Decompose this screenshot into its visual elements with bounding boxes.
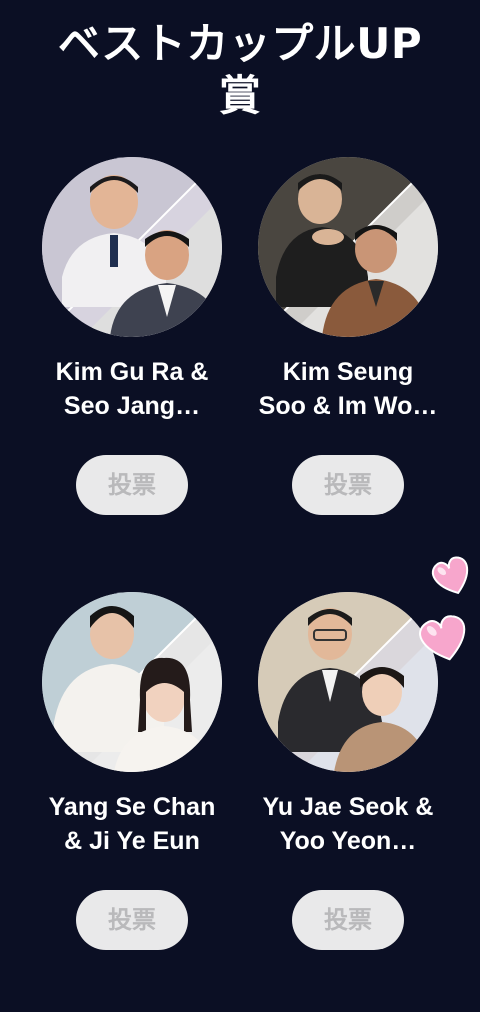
vote-button-1[interactable]: 投票 [76,455,188,515]
couple-name-4: Yu Jae Seok & Yoo Yeon… [262,793,434,855]
couple-photo-2 [258,157,438,337]
page-title: ベストカップルUP 賞 [57,19,423,120]
vote-button-2[interactable]: 投票 [292,455,404,515]
vote-button-3[interactable]: 投票 [76,890,188,950]
couple-photo-3 [42,592,222,772]
couple-card-2: Kim Seung Soo & Im Wo… 投票 [248,157,448,577]
couple-photo-4 [258,592,438,772]
couple-name-1: Kim Gu Ra & Seo Jang… [55,358,209,420]
couple-card-3: Yang Se Chan & Ji Ye Eun 投票 [32,592,232,1012]
couple-name-2: Kim Seung Soo & Im Wo… [258,358,438,420]
couple-card-1: Kim Gu Ra & Seo Jang… 投票 [32,157,232,577]
couple-photo-1 [42,157,222,337]
vote-button-4[interactable]: 投票 [292,890,404,950]
hearts-icon [414,546,480,672]
couple-name-3: Yang Se Chan & Ji Ye Eun [48,793,216,855]
